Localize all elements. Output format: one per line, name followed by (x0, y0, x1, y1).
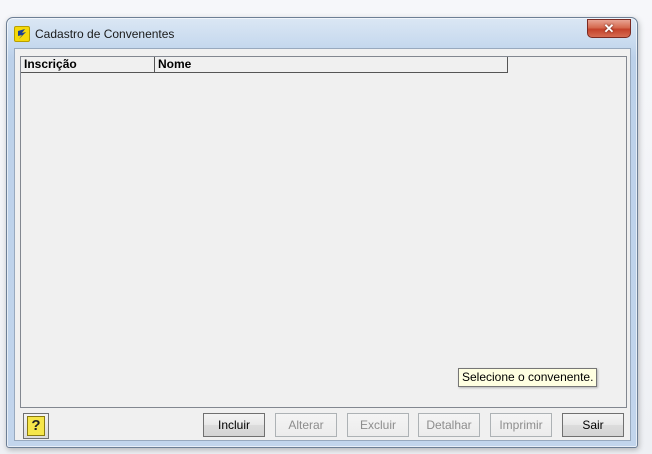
incluir-button[interactable]: Incluir (203, 413, 265, 437)
dialog-window: Cadastro de Convenentes ✕ Inscrição Nome… (6, 17, 638, 448)
excluir-button[interactable]: Excluir (347, 413, 409, 437)
alterar-button[interactable]: Alterar (275, 413, 337, 437)
tooltip: Selecione o convenente. (458, 368, 598, 387)
help-icon: ? (27, 416, 45, 436)
imprimir-button[interactable]: Imprimir (490, 413, 552, 437)
bank-logo-icon (14, 26, 30, 42)
sair-button[interactable]: Sair (562, 413, 624, 437)
list-header: Inscrição Nome (21, 57, 508, 73)
window-title: Cadastro de Convenentes (35, 27, 175, 41)
column-header-inscricao[interactable]: Inscrição (21, 57, 155, 72)
title-bar[interactable]: Cadastro de Convenentes ✕ (7, 18, 637, 48)
convenentes-list[interactable]: Inscrição Nome Selecione o convenente. (20, 56, 627, 408)
close-icon: ✕ (603, 21, 615, 36)
column-header-nome[interactable]: Nome (155, 57, 507, 72)
help-button[interactable]: ? (23, 413, 49, 439)
close-button[interactable]: ✕ (587, 19, 631, 38)
detalhar-button[interactable]: Detalhar (418, 413, 480, 437)
client-area: Inscrição Nome Selecione o convenente. ?… (14, 48, 631, 441)
